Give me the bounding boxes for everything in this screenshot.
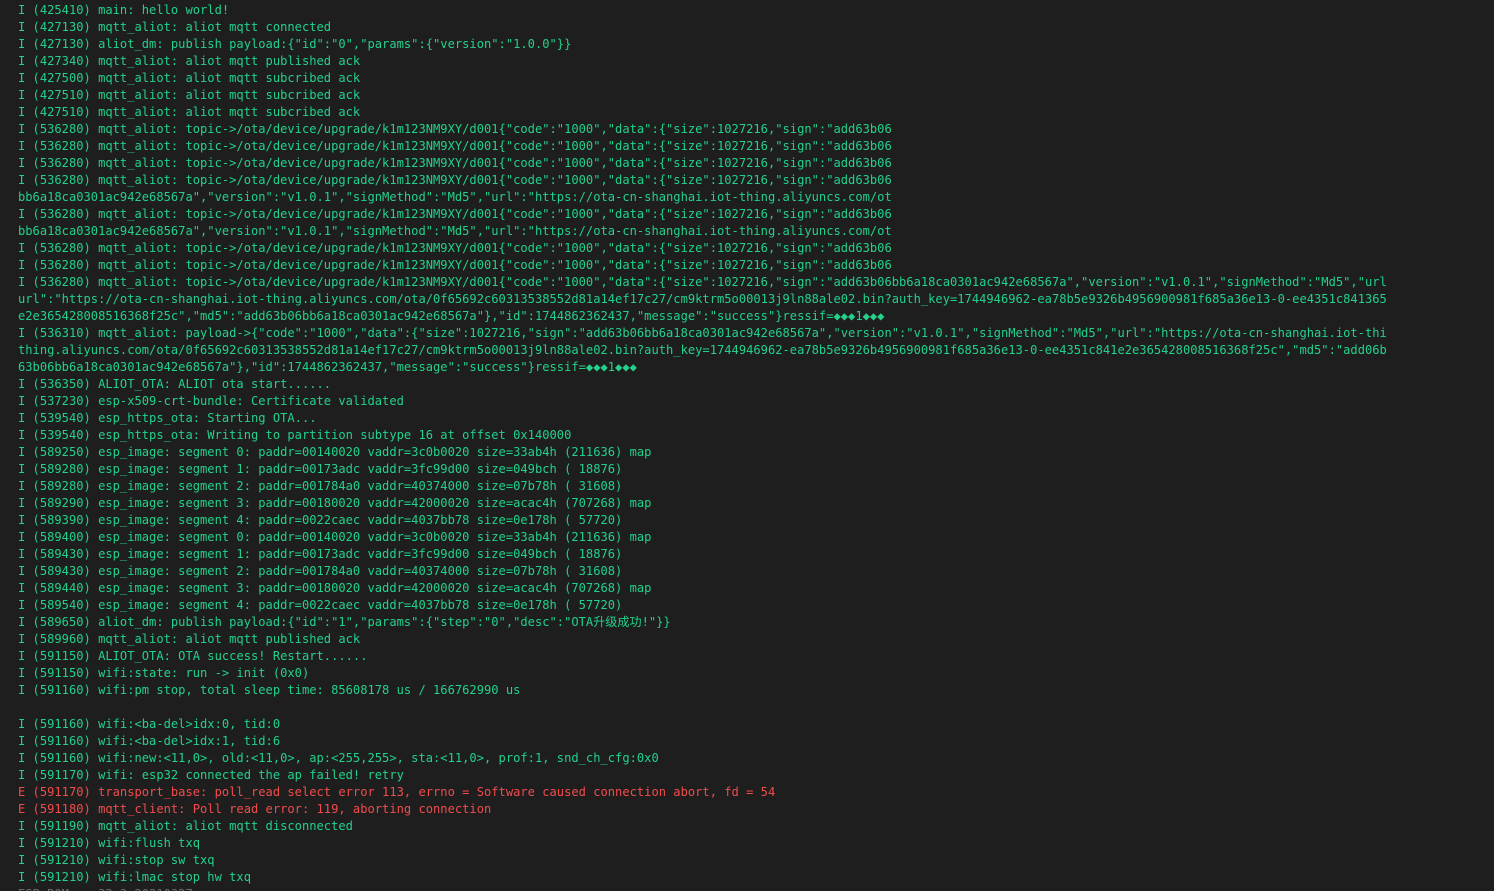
log-line: I (536350) ALIOT_OTA: ALIOT ota start...… (18, 377, 332, 391)
log-line: I (591160) wifi:pm stop, total sleep tim… (18, 683, 521, 697)
log-line: I (589280) esp_image: segment 1: paddr=0… (18, 462, 623, 476)
log-line: I (589440) esp_image: segment 3: paddr=0… (18, 581, 652, 595)
log-line: I (427340) mqtt_aliot: aliot mqtt publis… (18, 54, 361, 68)
log-line: I (536280) mqtt_aliot: topic->/ota/devic… (18, 122, 892, 136)
log-line: I (427510) mqtt_aliot: aliot mqtt subcri… (18, 105, 361, 119)
log-line: I (589290) esp_image: segment 3: paddr=0… (18, 496, 652, 510)
log-line: I (536280) mqtt_aliot: topic->/ota/devic… (18, 173, 892, 187)
log-line: I (589250) esp_image: segment 0: paddr=0… (18, 445, 652, 459)
log-line: I (536310) mqtt_aliot: payload->{"code":… (18, 326, 1387, 340)
log-line: I (589650) aliot_dm: publish payload:{"i… (18, 615, 671, 629)
log-line: I (591160) wifi:<ba-del>idx:0, tid:0 (18, 717, 281, 731)
error-log-line: E (591170) transport_base: poll_read sel… (18, 785, 776, 799)
log-line: I (536280) mqtt_aliot: topic->/ota/devic… (18, 258, 892, 272)
log-line: I (589400) esp_image: segment 0: paddr=0… (18, 530, 652, 544)
log-line: I (536280) mqtt_aliot: topic->/ota/devic… (18, 156, 892, 170)
log-line: thing.aliyuncs.com/ota/0f65692c603135385… (18, 343, 1387, 357)
log-line: I (427500) mqtt_aliot: aliot mqtt subcri… (18, 71, 361, 85)
log-line: I (591210) wifi:lmac stop hw txq (18, 870, 251, 884)
error-log-line: E (591180) mqtt_client: Poll read error:… (18, 802, 492, 816)
log-line: I (589430) esp_image: segment 1: paddr=0… (18, 547, 623, 561)
log-line: I (427130) mqtt_aliot: aliot mqtt connec… (18, 20, 332, 34)
log-line: I (536280) mqtt_aliot: topic->/ota/devic… (18, 207, 892, 221)
log-line: I (536280) mqtt_aliot: topic->/ota/devic… (18, 241, 892, 255)
log-line: url":"https://ota-cn-shanghai.iot-thing.… (18, 292, 1387, 306)
log-line: ESP-ROM:esp32s3-20210327 (18, 886, 1494, 891)
log-line: I (536280) mqtt_aliot: topic->/ota/devic… (18, 139, 892, 153)
log-line: I (591150) wifi:state: run -> init (0x0) (18, 666, 310, 680)
log-line: I (591160) wifi:<ba-del>idx:1, tid:6 (18, 734, 281, 748)
log-line: e2e365428008516368f25c","md5":"add63b06b… (18, 309, 885, 323)
log-line: I (591170) wifi: esp32 connected the ap … (18, 768, 404, 782)
log-line: I (589430) esp_image: segment 2: paddr=0… (18, 564, 623, 578)
log-line: I (537230) esp-x509-crt-bundle: Certific… (18, 394, 404, 408)
log-line: I (591150) ALIOT_OTA: OTA success! Resta… (18, 649, 368, 663)
log-line: I (591160) wifi:new:<11,0>, old:<11,0>, … (18, 751, 659, 765)
terminal-output[interactable]: I (425410) main: hello world! I (427130) … (0, 0, 1494, 891)
log-line: I (591190) mqtt_aliot: aliot mqtt discon… (18, 819, 353, 833)
log-line: I (589280) esp_image: segment 2: paddr=0… (18, 479, 623, 493)
log-line: I (591210) wifi:stop sw txq (18, 853, 215, 867)
log-line: I (589540) esp_image: segment 4: paddr=0… (18, 598, 623, 612)
log-line: I (591210) wifi:flush txq (18, 836, 201, 850)
log-line: 63b06bb6a18ca0301ac942e68567a"},"id":174… (18, 360, 637, 374)
log-line: I (536280) mqtt_aliot: topic->/ota/devic… (18, 275, 1387, 289)
log-line: I (589390) esp_image: segment 4: paddr=0… (18, 513, 623, 527)
log-line: bb6a18ca0301ac942e68567a","version":"v1.… (18, 190, 892, 204)
log-line: I (539540) esp_https_ota: Starting OTA..… (18, 411, 317, 425)
log-line: I (539540) esp_https_ota: Writing to par… (18, 428, 572, 442)
log-line: I (425410) main: hello world! (18, 3, 230, 17)
log-line: I (589960) mqtt_aliot: aliot mqtt publis… (18, 632, 361, 646)
log-line: I (427130) aliot_dm: publish payload:{"i… (18, 37, 572, 51)
log-line: bb6a18ca0301ac942e68567a","version":"v1.… (18, 224, 892, 238)
log-line: I (427510) mqtt_aliot: aliot mqtt subcri… (18, 88, 361, 102)
